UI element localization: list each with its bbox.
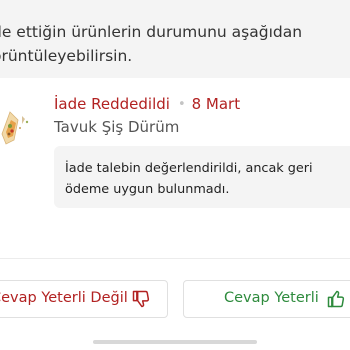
return-message-box: İade talebin değerlendirildi, ancak geri…	[54, 146, 350, 208]
return-status-line: İade Reddedildi • 8 Mart	[54, 95, 240, 113]
return-message-text: İade talebin değerlendirildi, ancak geri…	[65, 161, 313, 197]
thumbs-down-icon	[131, 289, 151, 309]
thumbs-up-icon	[326, 289, 346, 309]
product-thumbnail	[0, 110, 34, 158]
home-indicator	[93, 340, 257, 344]
answer-not-sufficient-button[interactable]: Cevap Yeterli Değil	[0, 280, 168, 318]
answer-sufficient-button[interactable]: Cevap Yeterli	[183, 280, 350, 318]
divider	[0, 258, 350, 259]
answer-not-sufficient-label: Cevap Yeterli Değil	[0, 290, 128, 306]
info-text-line-1: de ettiğin ürünlerin durumunu aşağıdan	[0, 23, 303, 41]
product-name: Tavuk Şiş Dürüm	[54, 118, 180, 136]
info-text: de ettiğin ürünlerin durumunu aşağıdan ö…	[0, 20, 337, 68]
answer-sufficient-label: Cevap Yeterli	[224, 290, 319, 306]
info-banner: de ettiğin ürünlerin durumunu aşağıdan ö…	[0, 0, 350, 78]
separator-dot: •	[177, 97, 186, 112]
return-date: 8 Mart	[191, 95, 241, 113]
return-status-label: İade Reddedildi	[54, 95, 170, 113]
info-text-line-2: örüntüleyebilirsin.	[0, 47, 133, 65]
wrap-sandwich-icon	[1, 111, 29, 145]
